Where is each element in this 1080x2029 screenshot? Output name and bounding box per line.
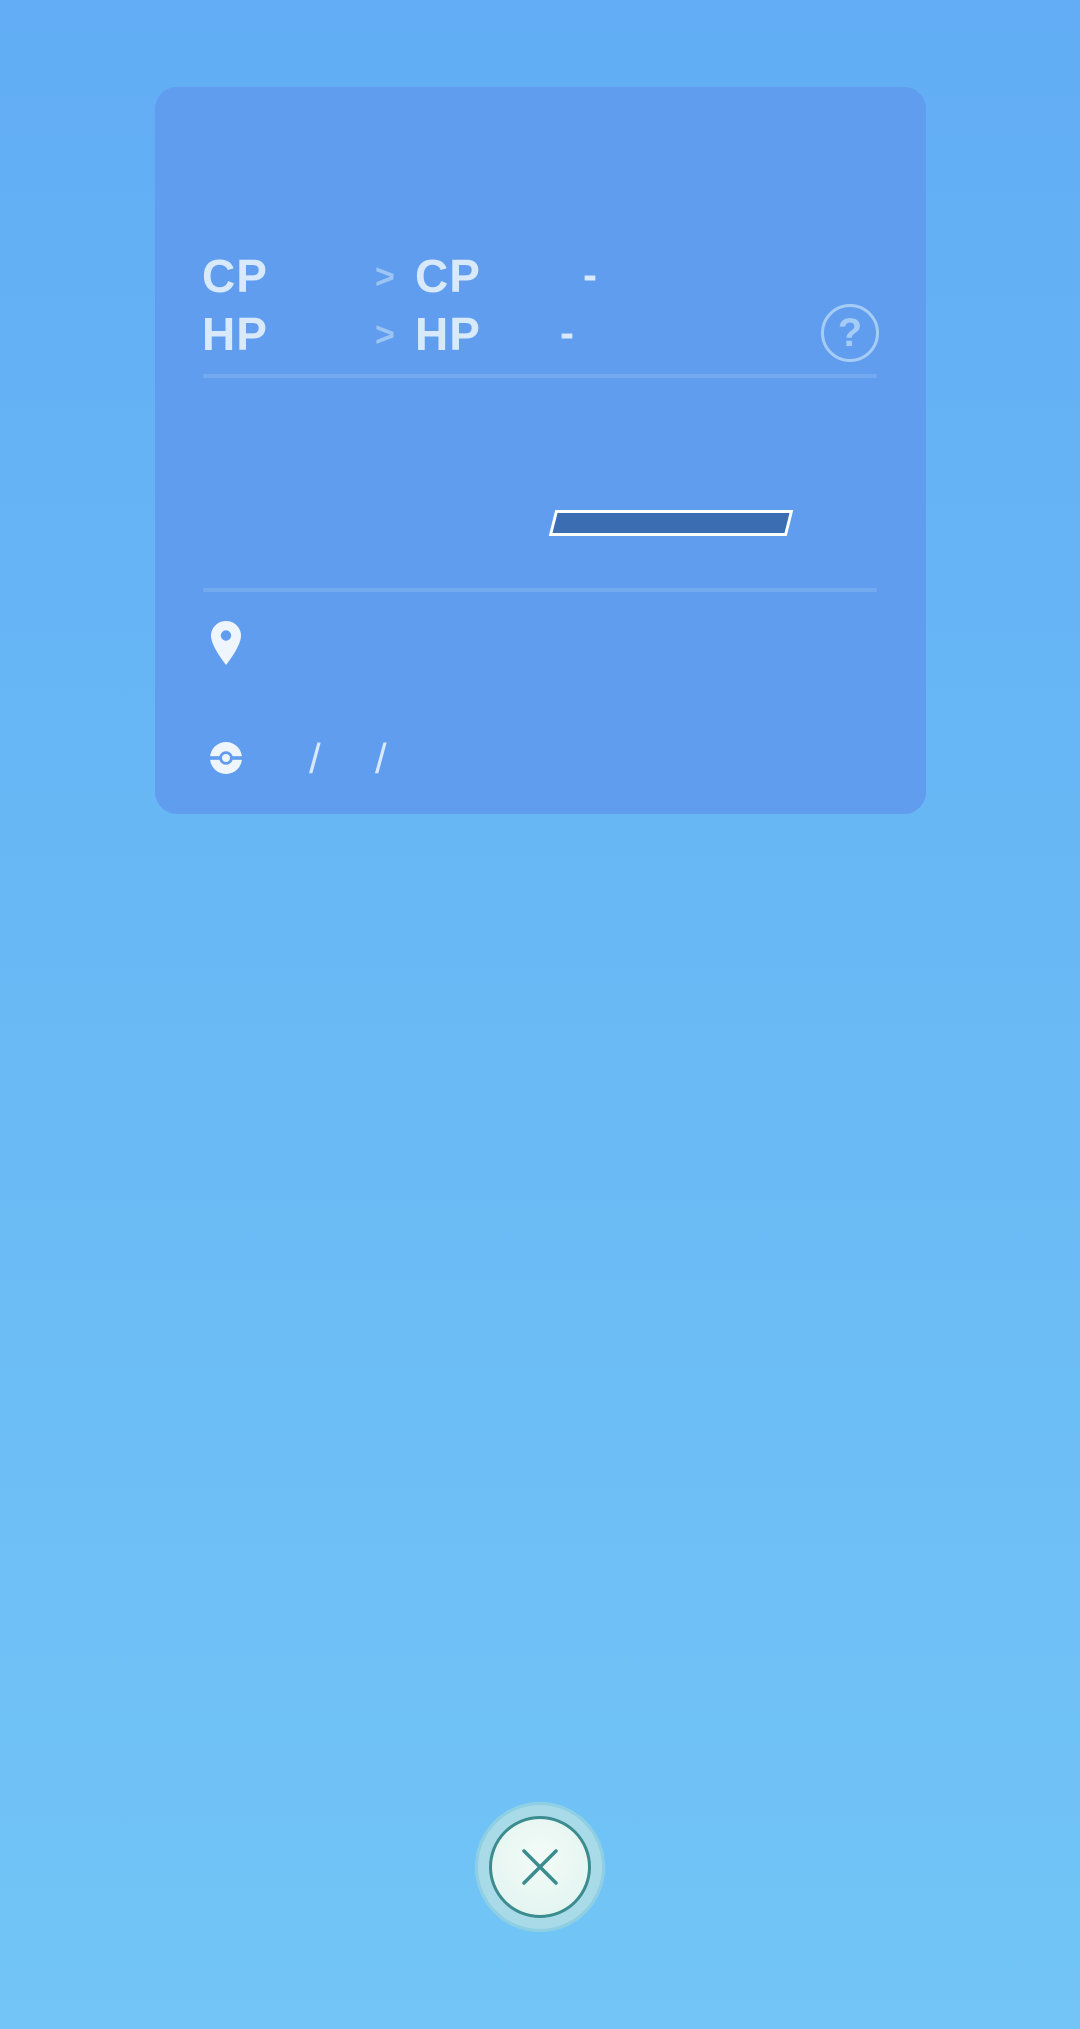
date-separator-2: / (375, 735, 387, 782)
hp-range-dash: - (560, 309, 574, 356)
info-card (155, 87, 926, 814)
cp-range-dash: - (583, 251, 597, 298)
progress-bar (548, 510, 794, 536)
hp-label: HP (202, 308, 268, 360)
pokeball-icon (210, 742, 242, 774)
hp-label-new: HP (415, 308, 481, 360)
divider-top (203, 374, 877, 378)
progress-bar-fill (552, 513, 790, 533)
date-separator-1: / (309, 735, 321, 782)
question-circle-icon[interactable]: ? (821, 304, 879, 362)
location-pin-icon (211, 621, 241, 665)
close-button-inner[interactable] (489, 1816, 591, 1918)
cp-label-new: CP (415, 250, 481, 302)
hp-arrow: > (375, 316, 395, 354)
cp-label: CP (202, 250, 268, 302)
divider-bottom (203, 588, 877, 592)
close-button[interactable] (475, 1802, 605, 1932)
cp-arrow: > (375, 258, 395, 296)
close-x-icon (522, 1849, 558, 1885)
